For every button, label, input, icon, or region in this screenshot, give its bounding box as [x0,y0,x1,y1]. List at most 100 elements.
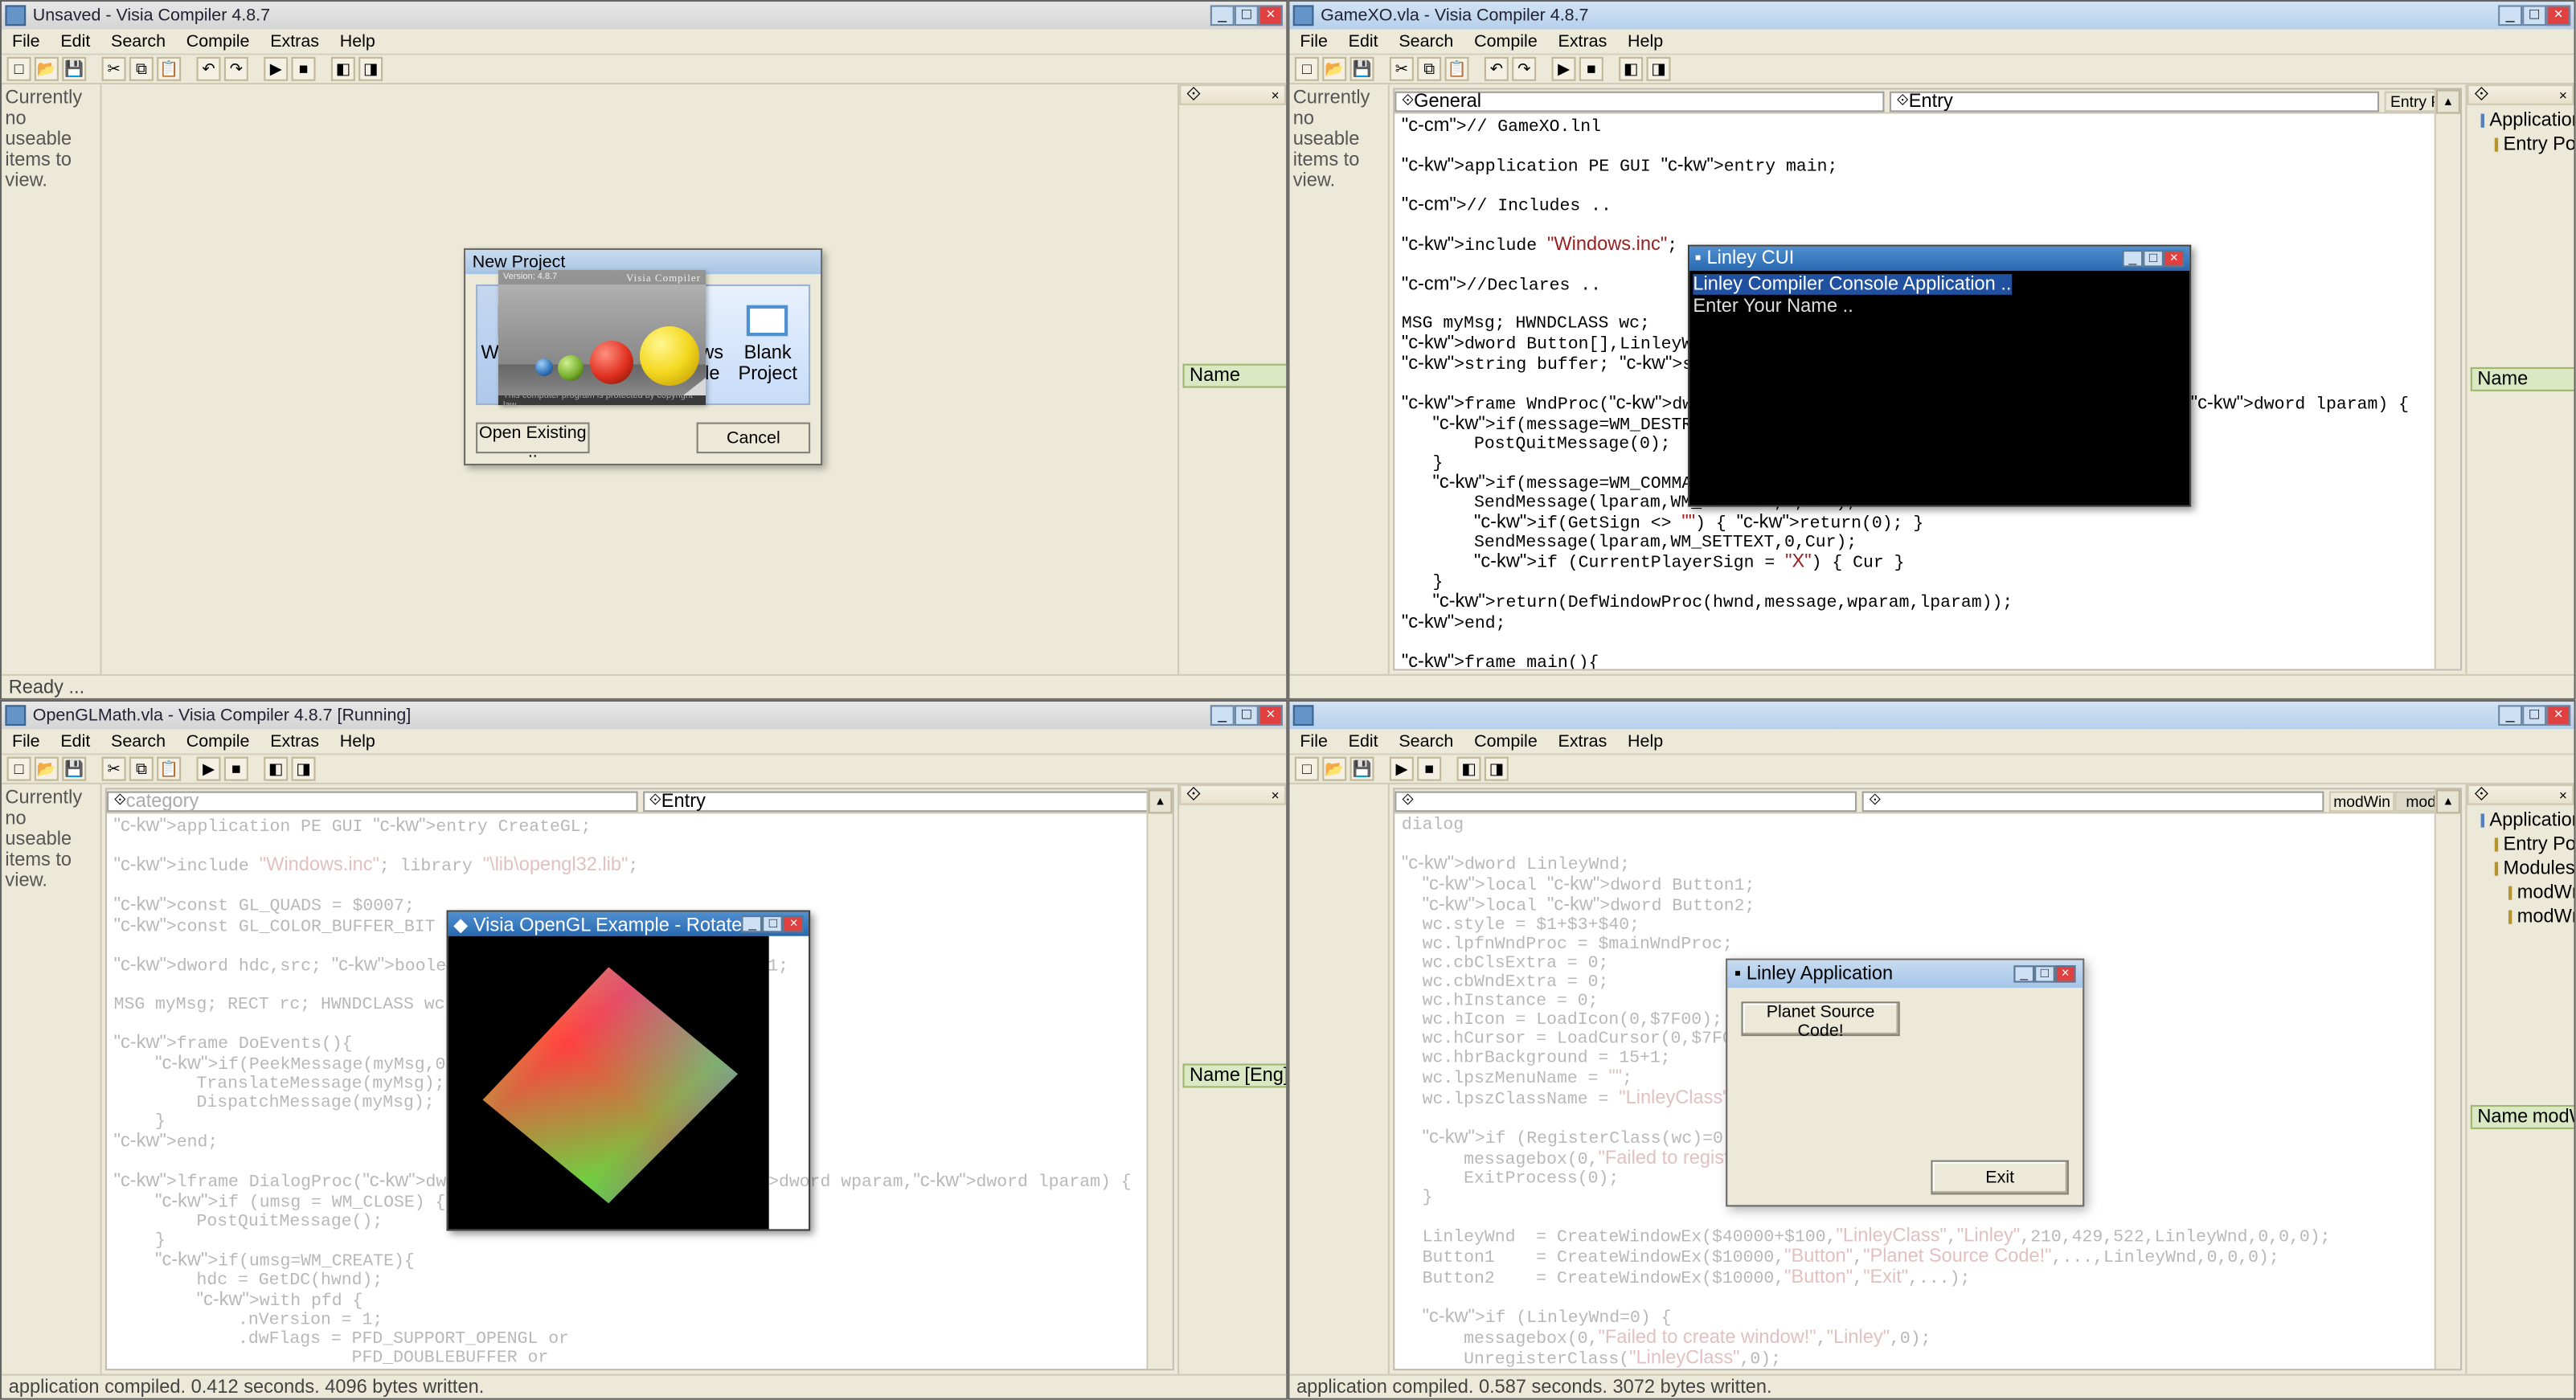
menu-edit[interactable]: Edit [1341,32,1385,51]
menu-compile[interactable]: Compile [1467,32,1544,51]
planet-source-button[interactable]: Planet Source Code! [1741,1001,1899,1036]
copy-icon[interactable]: ⧉ [129,57,154,81]
panel-header[interactable]: ⟐× [1179,784,1286,805]
tab-modwin[interactable]: modWin [2329,790,2395,811]
menu-edit[interactable]: Edit [54,32,97,51]
menu-search[interactable]: Search [104,32,172,51]
titlebar[interactable]: Unsaved - Visia Compiler 4.8.7 _ □ × [2,2,1286,29]
stop-icon[interactable]: ■ [1417,757,1441,781]
name-field[interactable]: Name [1182,364,1286,388]
panel-header[interactable]: ⟐× [2467,84,2574,105]
run-icon[interactable]: ▶ [197,757,221,781]
undo-icon[interactable]: ↶ [1485,57,1509,81]
stop-icon[interactable]: ■ [224,757,248,781]
new-icon[interactable]: □ [1295,757,1319,781]
scrollbar[interactable]: ▴ [2435,90,2460,669]
tool-icon[interactable]: ◧ [331,57,355,81]
menu-file[interactable]: File [5,32,47,51]
menu-edit[interactable]: Edit [1341,732,1385,751]
scrollbar[interactable]: ▴ [1146,789,1172,1369]
menu-extras[interactable]: Extras [1551,732,1614,751]
scope-dropdown[interactable]: ⟐ General [1394,91,1884,112]
titlebar[interactable]: GameXO.vla - Visia Compiler 4.8.7 _ □ × [1289,2,2574,29]
maximize-button[interactable]: □ [2143,250,2164,267]
minimize-button[interactable]: _ [1210,5,1235,26]
console-window[interactable]: ▪ Linley CUI _□× Linley Compiler Console… [1688,245,2191,507]
member-dropdown[interactable]: ⟐ Entry [642,790,1173,811]
tool-icon[interactable]: ◨ [1646,57,1670,81]
scrollbar[interactable]: ▴ [2435,789,2460,1369]
tool-icon[interactable]: ◨ [292,757,316,781]
maximize-button[interactable]: □ [2522,5,2546,26]
menu-search[interactable]: Search [1392,732,1460,751]
run-icon[interactable]: ▶ [1552,57,1576,81]
open-icon[interactable]: 📂 [1322,757,1346,781]
console-output[interactable]: Linley Compiler Console Application ..En… [1689,271,2189,506]
copy-icon[interactable]: ⧉ [129,757,154,781]
menu-extras[interactable]: Extras [1551,32,1614,51]
menu-help[interactable]: Help [1620,32,1669,51]
maximize-button[interactable]: □ [2034,965,2055,982]
open-icon[interactable]: 📂 [35,57,59,81]
menu-file[interactable]: File [1293,732,1335,751]
redo-icon[interactable]: ↷ [1512,57,1536,81]
cut-icon[interactable]: ✂ [102,757,126,781]
new-icon[interactable]: □ [7,757,31,781]
menu-edit[interactable]: Edit [54,732,97,751]
maximize-button[interactable]: □ [2522,705,2546,726]
maximize-button[interactable]: □ [1235,705,1259,726]
new-icon[interactable]: □ [1295,57,1319,81]
cut-icon[interactable]: ✂ [1390,57,1414,81]
paste-icon[interactable]: 📋 [157,57,181,81]
new-icon[interactable]: □ [7,57,31,81]
menu-help[interactable]: Help [333,32,382,51]
open-icon[interactable]: 📂 [35,757,59,781]
exit-button[interactable]: Exit [1931,1161,2069,1195]
run-icon[interactable]: ▶ [1390,757,1414,781]
member-dropdown[interactable]: ⟐ Entry [1890,91,2379,112]
minimize-button[interactable]: _ [1210,705,1235,726]
name-field[interactable]: Name modWndCreate [2471,1105,2574,1129]
member-dropdown[interactable]: ⟐ [1862,790,2324,811]
tool-icon[interactable]: ◨ [1485,757,1509,781]
redo-icon[interactable]: ↷ [224,57,248,81]
tool-icon[interactable]: ◧ [264,757,288,781]
close-button[interactable]: × [784,915,805,932]
save-icon[interactable]: 💾 [62,757,86,781]
minimize-button[interactable]: _ [2122,250,2143,267]
scope-dropdown[interactable]: ⟐ category [107,790,637,811]
scope-dropdown[interactable]: ⟐ [1394,790,1857,811]
tool-icon[interactable]: ◧ [1457,757,1481,781]
save-icon[interactable]: 💾 [1350,57,1374,81]
maximize-button[interactable]: □ [763,915,784,932]
panel-header[interactable]: ⟐× [2467,784,2574,805]
menu-search[interactable]: Search [1392,32,1460,51]
solution-tree[interactable]: Application Entry Point Modules modWndPr… [2467,805,2574,933]
name-field[interactable]: Name [Eng] [1182,1063,1286,1087]
opengl-output-window[interactable]: ◆ Visia OpenGL Example - Rotate _□× [447,911,812,1231]
panel-close-icon[interactable]: × [1272,87,1280,102]
stop-icon[interactable]: ■ [1579,57,1603,81]
open-icon[interactable]: 📂 [1322,57,1346,81]
close-button[interactable]: × [2546,705,2570,726]
menu-search[interactable]: Search [104,732,172,751]
tool-icon[interactable]: ◧ [1619,57,1643,81]
close-button[interactable]: × [2055,965,2076,982]
paste-icon[interactable]: 📋 [157,757,181,781]
save-icon[interactable]: 💾 [62,57,86,81]
close-button[interactable]: × [2546,5,2570,26]
titlebar[interactable]: _□× [1289,702,2574,729]
solution-tree[interactable]: Application Entry Point [2467,105,2574,161]
name-field[interactable]: Name [2471,367,2574,391]
cancel-button[interactable]: Cancel [697,423,811,454]
menu-help[interactable]: Help [1620,732,1669,751]
menu-compile[interactable]: Compile [179,32,256,51]
minimize-button[interactable]: _ [2498,5,2522,26]
stop-icon[interactable]: ■ [292,57,316,81]
undo-icon[interactable]: ↶ [197,57,221,81]
panel-close-icon[interactable]: × [2559,787,2567,802]
close-button[interactable]: × [1259,5,1283,26]
save-icon[interactable]: 💾 [1350,757,1374,781]
running-app-window[interactable]: ▪ Linley Application _□× Planet Source C… [1726,959,2084,1207]
menu-extras[interactable]: Extras [264,732,326,751]
